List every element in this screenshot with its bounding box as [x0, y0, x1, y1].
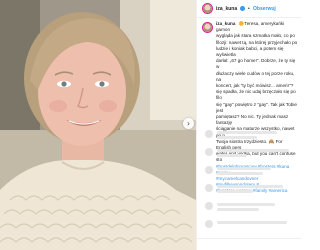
blurred-text: [217, 221, 287, 224]
blurred-text: [217, 208, 259, 211]
blurred-text: [217, 172, 263, 175]
separator-dot: •: [248, 6, 250, 12]
verified-badge-icon: [240, 6, 245, 11]
caption-line: koncert, jak "ty być mówisz... amerir"?: [216, 83, 294, 89]
post-header: iza_kuna • Obserwuj: [197, 0, 301, 18]
portrait-illustration: [0, 0, 196, 250]
caption-line: filozji: nawet tą, na której przyjechało…: [216, 39, 298, 45]
blurred-text: [217, 203, 275, 206]
blurred-text: [217, 185, 283, 188]
blurred-avatar: [205, 130, 213, 138]
blurred-comment: [205, 220, 297, 230]
blurred-text: [217, 154, 247, 157]
divider: [197, 238, 301, 239]
chevron-right-icon[interactable]: ›: [183, 118, 194, 129]
caption-line: się "gay" powiętro z "gay". Tak jak Tobi…: [216, 101, 297, 113]
follow-button[interactable]: Obserwuj: [253, 6, 276, 12]
blurred-comment: [205, 166, 297, 176]
blurred-comment: [205, 202, 297, 212]
blurred-comment: [205, 148, 297, 158]
blurred-avatar: [205, 148, 213, 156]
avatar[interactable]: [203, 4, 212, 13]
blurred-avatar: [205, 166, 213, 174]
blurred-avatar: [205, 202, 213, 210]
caption-line: ludzie i koniak babci, a potem się wyświ…: [216, 45, 284, 58]
blurred-text: [217, 131, 277, 134]
blurred-comment: [205, 184, 297, 194]
blurred-avatar: [205, 220, 213, 228]
blurred-text: [217, 167, 271, 170]
post-side-panel: iza_kuna • Obserwuj iza_kuna 🌼Teresa, am…: [196, 0, 301, 250]
post-photo: ›: [0, 0, 196, 250]
blurred-text: [217, 190, 253, 193]
caption-username[interactable]: iza_kuna: [216, 21, 235, 26]
caption-line: darłal: „67 go home!". Dobrze, że ty się…: [216, 58, 296, 70]
caption-line: dłużaczy wiele cudów o tej porze roku, n…: [216, 70, 295, 82]
caption-line: się spadła, że nic udaj brzęczało się po…: [216, 89, 296, 101]
caption-line: pamiętasz? No nic. Ty jednak masz fantaz…: [216, 114, 289, 126]
blurred-text: [217, 136, 257, 139]
caption-avatar[interactable]: [203, 23, 212, 32]
caption-line: wygląda jak stara szmatka mało, co po: [216, 33, 295, 39]
blurred-text: [217, 149, 289, 152]
blurred-comment: [205, 130, 297, 140]
header-username[interactable]: iza_kuna: [216, 6, 237, 12]
blurred-avatar: [205, 184, 213, 192]
